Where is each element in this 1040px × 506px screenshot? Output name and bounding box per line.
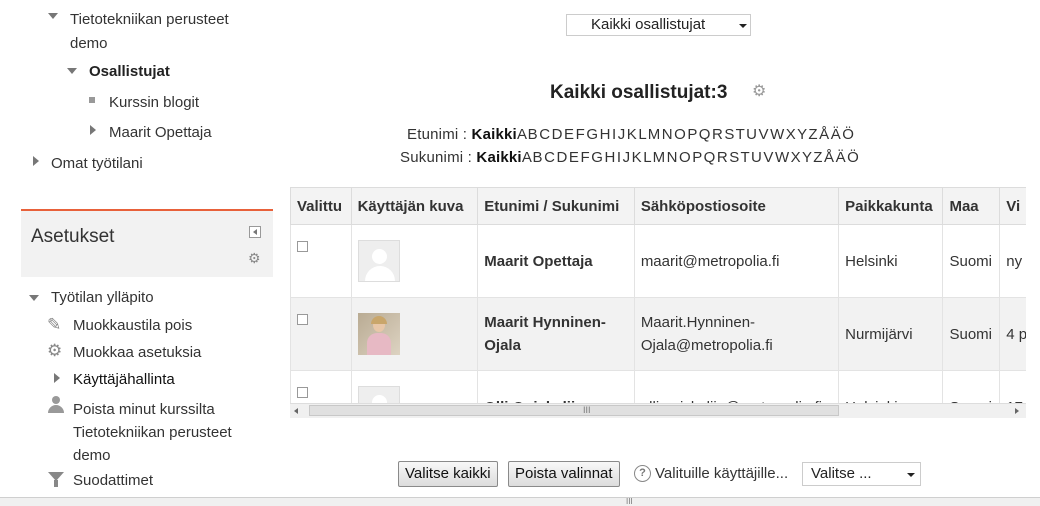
expanded-arrow-icon — [67, 68, 77, 74]
collapsed-arrow-icon[interactable] — [54, 373, 60, 383]
settings-block-title: Asetukset — [31, 226, 115, 247]
collapsed-arrow-icon[interactable] — [90, 125, 96, 135]
participant-country: Suomi — [942, 370, 1001, 403]
participant-email[interactable]: olli.opiskelija@metropolia.fi — [633, 370, 840, 403]
collapsed-arrow-icon[interactable] — [33, 156, 39, 166]
participant-last-access: ny — [999, 224, 1026, 298]
header-last-access[interactable]: Vi — [999, 187, 1026, 225]
gear-icon[interactable]: ⚙ — [752, 84, 766, 100]
firstname-filter: Etunimi : KaikkiA B C D E F G H I J K L … — [407, 126, 854, 143]
participant-city: Helsinki — [838, 370, 944, 403]
page-horizontal-scrollbar[interactable] — [0, 497, 1040, 506]
participant-email[interactable]: maarit@metropolia.fi — [633, 224, 840, 298]
for-selected-label: Valituille käyttäjille... — [655, 465, 789, 482]
firstname-filter-label: Etunimi : — [407, 126, 468, 143]
row-checkbox[interactable] — [297, 387, 308, 398]
nav-my-workspace[interactable]: Omat työtilani — [51, 155, 143, 172]
scroll-thumb[interactable] — [309, 405, 839, 416]
table-row: Olli Opiskelija olli.opiskelija@metropol… — [290, 370, 1026, 403]
scroll-right-icon[interactable] — [1015, 408, 1019, 414]
bulk-action-value: Valitse ... — [811, 465, 872, 482]
expanded-arrow-icon — [29, 295, 39, 301]
table-row: Maarit Opettaja maarit@metropolia.fi Hel… — [290, 224, 1026, 298]
pencil-icon: ✎ — [47, 315, 62, 334]
participant-name[interactable]: Maarit Hynninen-Ojala — [477, 297, 635, 371]
participants-table-container: Valittu Käyttäjän kuva Etunimi / Sukunim… — [290, 187, 1026, 403]
header-country[interactable]: Maa — [942, 187, 1001, 225]
header-email[interactable]: Sähköpostiosoite — [633, 187, 840, 225]
nav-participants[interactable]: Osallistujat — [89, 63, 170, 80]
lastname-filter-letters[interactable]: A B C D E F G H I J K L M N O P Q R S T … — [522, 149, 859, 166]
participant-last-access: 17 — [999, 370, 1026, 403]
gear-icon: ⚙ — [47, 341, 63, 360]
settings-edit-mode[interactable]: Muokkaustila pois — [73, 317, 192, 334]
participant-city: Helsinki — [838, 224, 944, 298]
avatar[interactable] — [357, 313, 400, 355]
header-selected: Valittu — [290, 187, 352, 225]
participant-name[interactable]: Olli Opiskelija — [477, 370, 635, 403]
row-checkbox[interactable] — [297, 241, 308, 252]
settings-unenrol-self[interactable]: Poista minut kurssilta Tietotekniikan pe… — [73, 398, 273, 467]
avatar[interactable] — [357, 240, 400, 282]
nav-course-title-1: Tietotekniikan perusteet — [70, 11, 229, 28]
settings-user-management[interactable]: Käyttäjähallinta — [73, 371, 175, 388]
participant-email[interactable]: Maarit.Hynninen-Ojala@metropolia.fi — [633, 297, 840, 371]
nav-course-blog[interactable]: Kurssin blogit — [109, 94, 199, 111]
settings-filters[interactable]: Suodattimet — [73, 472, 153, 489]
avatar[interactable] — [357, 386, 400, 403]
row-checkbox[interactable] — [297, 314, 308, 325]
settings-admin[interactable]: Työtilan ylläpito — [51, 289, 154, 306]
firstname-filter-letters[interactable]: A B C D E F G H I J K L M N O P Q R S T … — [517, 126, 854, 143]
header-name[interactable]: Etunimi / Sukunimi — [477, 187, 635, 225]
role-select[interactable]: Kaikki osallistujat — [566, 14, 751, 36]
chevron-down-icon — [907, 473, 915, 477]
block-settings-gear-icon[interactable]: ⚙ — [248, 251, 261, 265]
table-row: Maarit Hynninen-Ojala Maarit.Hynninen-Oj… — [290, 297, 1026, 371]
lastname-filter-label: Sukunimi : — [400, 149, 473, 166]
help-icon[interactable]: ? — [634, 465, 651, 482]
deselect-all-button[interactable]: Poista valinnat — [508, 461, 620, 487]
dock-block-icon[interactable] — [249, 226, 261, 238]
participant-country: Suomi — [942, 224, 1001, 298]
role-select-value: Kaikki osallistujat — [591, 16, 706, 33]
select-all-button[interactable]: Valitse kaikki — [398, 461, 498, 487]
participant-name[interactable]: Maarit Opettaja — [477, 224, 635, 298]
page-title: Kaikki osallistujat:3 — [550, 82, 728, 103]
nav-participant-user[interactable]: Maarit Opettaja — [109, 124, 212, 141]
lastname-filter-all[interactable]: Kaikki — [476, 149, 521, 166]
lastname-filter: Sukunimi : KaikkiA B C D E F G H I J K L… — [400, 149, 859, 166]
settings-edit-settings[interactable]: Muokkaa asetuksia — [73, 344, 201, 361]
expanded-arrow-icon — [48, 13, 58, 19]
participant-last-access: 4 p — [999, 297, 1026, 371]
participant-city: Nurmijärvi — [838, 297, 944, 371]
header-user-picture: Käyttäjän kuva — [350, 187, 479, 225]
participants-table: Valittu Käyttäjän kuva Etunimi / Sukunim… — [290, 187, 1026, 403]
bullet-icon — [89, 97, 95, 103]
bulk-action-select[interactable]: Valitse ... — [802, 462, 921, 486]
scroll-left-icon[interactable] — [294, 408, 298, 414]
participant-country: Suomi — [942, 297, 1001, 371]
nav-course-link[interactable]: Tietotekniikan perusteet demo — [70, 8, 229, 56]
firstname-filter-all[interactable]: Kaikki — [472, 126, 517, 143]
user-icon — [48, 396, 64, 414]
scroll-grip-icon: III — [583, 405, 591, 415]
chevron-down-icon — [739, 24, 747, 28]
nav-course-title-2: demo — [70, 35, 108, 52]
scroll-grip-icon: III — [626, 497, 633, 506]
header-city[interactable]: Paikkakunta — [838, 187, 944, 225]
